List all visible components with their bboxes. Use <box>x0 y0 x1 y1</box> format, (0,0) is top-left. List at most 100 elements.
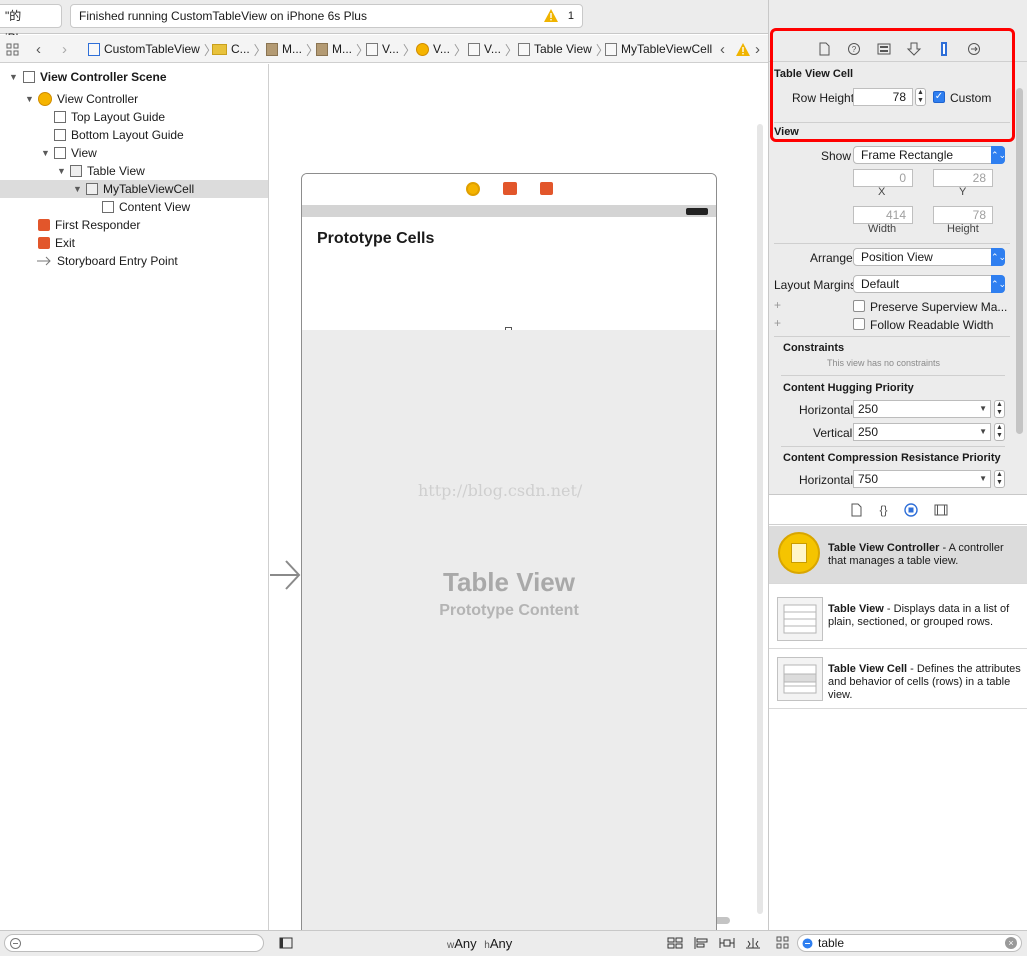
width-field[interactable]: 414 <box>853 206 913 224</box>
crumb-view[interactable]: V... 〉 <box>468 35 518 63</box>
hugging-horizontal-label: Horizontal <box>799 403 854 417</box>
forward-button[interactable]: › <box>62 35 67 63</box>
crumb-scene[interactable]: V... 〉 <box>366 35 416 63</box>
hugging-horizontal-stepper[interactable]: ▲ ▼ <box>994 400 1005 418</box>
popup-arrows-icon: ⌃⌄ <box>991 248 1006 266</box>
follow-readable-width-checkbox[interactable] <box>853 318 865 330</box>
first-responder-cube-icon[interactable] <box>503 182 517 195</box>
crumb-view-controller[interactable]: V... 〉 <box>416 35 467 63</box>
crumb-label: V... <box>484 42 501 56</box>
warning-count: 1 <box>567 10 574 22</box>
warning-icon[interactable] <box>544 9 558 22</box>
resolve-issues-icon[interactable] <box>745 937 761 949</box>
back-button[interactable]: ‹ <box>36 35 41 63</box>
inspector-scrollbar[interactable] <box>1016 88 1023 434</box>
view-controller-scene[interactable]: Prototype Cells Table View Prototype Con… <box>301 173 717 933</box>
library-item-text: Table View Controller - A controller tha… <box>828 542 1022 568</box>
hugging-vertical-combo[interactable]: 250 ▼ <box>853 423 991 441</box>
related-items-icon[interactable] <box>6 35 19 63</box>
issue-warning-icon[interactable] <box>736 35 750 63</box>
arrange-label: Arrange <box>810 251 853 265</box>
add-variation-plus-icon[interactable]: + <box>774 298 781 312</box>
hugging-horizontal-combo[interactable]: 250 ▼ <box>853 400 991 418</box>
outline-item-bottom-layout-guide[interactable]: Bottom Layout Guide <box>0 126 268 144</box>
entry-point-arrow-icon[interactable] <box>270 558 302 592</box>
outline-item-view[interactable]: ▼ View <box>0 144 268 162</box>
library-filter-field[interactable]: table × <box>797 934 1022 952</box>
align-icon[interactable] <box>693 937 709 949</box>
table-view-placeholder[interactable]: Table View Prototype Content <box>302 330 716 932</box>
outline-item-table-view[interactable]: ▼ Table View <box>0 162 268 180</box>
arrange-popup[interactable]: Position View ⌃⌄ <box>853 248 1006 266</box>
hugging-vertical-stepper[interactable]: ▲ ▼ <box>994 423 1005 441</box>
jump-bar: ‹ › CustomTableView 〉 C... 〉 M... 〉 M... 〉 V… <box>0 35 768 63</box>
crumb-storyboard[interactable]: M... 〉 <box>266 35 319 63</box>
disclosure-triangle-icon[interactable]: ▼ <box>41 148 50 158</box>
crumb-label: M... <box>282 42 302 56</box>
show-popup[interactable]: Frame Rectangle ⌃⌄ <box>853 146 1006 164</box>
outline-item-view-controller[interactable]: ▼ View Controller <box>0 90 268 108</box>
prototype-cells-header: Prototype Cells <box>317 230 435 247</box>
crumb-cell[interactable]: MyTableViewCell <box>605 35 712 63</box>
crumb-project[interactable]: CustomTableView 〉 <box>88 35 217 63</box>
arrange-value: Position View <box>861 250 933 264</box>
outline-item-exit[interactable]: Exit <box>0 234 268 252</box>
crumb-folder[interactable]: C... 〉 <box>212 35 267 63</box>
exit-icon[interactable] <box>540 182 553 195</box>
view-controller-icon[interactable] <box>466 182 480 196</box>
media-library-icon[interactable] <box>934 503 948 517</box>
show-label: Show <box>821 149 852 163</box>
vertical-scrollbar[interactable] <box>757 124 763 914</box>
y-field[interactable]: 28 <box>933 169 993 187</box>
size-class-control[interactable]: wAny hAny <box>447 936 512 951</box>
disclosure-triangle-icon[interactable]: ▼ <box>25 94 34 104</box>
exit-icon <box>38 237 50 249</box>
outline-item-storyboard-entry-point[interactable]: Storyboard Entry Point <box>0 252 268 270</box>
clear-search-icon[interactable]: × <box>1005 937 1017 949</box>
crumb-label: C... <box>231 42 250 56</box>
disclosure-triangle-icon[interactable]: ▼ <box>73 184 82 194</box>
compression-horizontal-combo[interactable]: 750 ▼ <box>853 470 991 488</box>
table-view-subtitle: Prototype Content <box>439 602 579 619</box>
watermark: http://blog.csdn.net/ <box>418 481 583 500</box>
disclosure-triangle-icon[interactable]: ▼ <box>9 72 18 82</box>
height-field[interactable]: 78 <box>933 206 993 224</box>
highlight-annotation <box>770 28 1015 142</box>
object-library-icon[interactable] <box>903 502 918 517</box>
crumb-table-view[interactable]: Table View 〉 <box>518 35 609 63</box>
outline-item-first-responder[interactable]: First Responder <box>0 216 268 234</box>
library-item-table-view[interactable]: Table View - Displays data in a list of … <box>769 591 1027 649</box>
library-grid-view-icon[interactable] <box>776 936 789 949</box>
preserve-superview-margins-checkbox[interactable] <box>853 300 865 312</box>
stack-icon[interactable] <box>667 937 683 949</box>
layout-margins-popup[interactable]: Default ⌃⌄ <box>853 275 1006 293</box>
library-item-table-view-controller[interactable]: Table View Controller - A controller tha… <box>769 526 1027 584</box>
outline-item-top-layout-guide[interactable]: Top Layout Guide <box>0 108 268 126</box>
next-issue-button[interactable]: › <box>755 35 760 63</box>
hide-outline-icon[interactable] <box>279 937 293 949</box>
crumb-label: M... <box>332 42 352 56</box>
crumb-storyboard-base[interactable]: M... 〉 <box>316 35 369 63</box>
pin-icon[interactable] <box>719 937 735 949</box>
library-item-text: Table View Cell - Defines the attributes… <box>828 663 1022 702</box>
filter-icon <box>802 938 813 949</box>
outline-item-content-view[interactable]: Content View <box>0 198 268 216</box>
table-view-cell-icon <box>777 657 823 701</box>
x-field[interactable]: 0 <box>853 169 913 187</box>
outline-item-scene[interactable]: ▼ View Controller Scene <box>0 68 268 86</box>
library-item-table-view-cell[interactable]: Table View Cell - Defines the attributes… <box>769 651 1027 709</box>
hugging-vertical-label: Vertical <box>813 426 853 440</box>
inspector-top-strip <box>768 0 1027 28</box>
compression-horizontal-stepper[interactable]: ▲ ▼ <box>994 470 1005 488</box>
outline-label: View <box>71 146 97 160</box>
outline-item-my-table-view-cell[interactable]: ▼ MyTableViewCell <box>0 180 268 198</box>
previous-issue-button[interactable]: ‹ <box>720 35 725 63</box>
compression-resistance-title: Content Compression Resistance Priority <box>783 452 1001 464</box>
scheme-device-selector[interactable]: "的 iPhone <box>0 4 62 45</box>
code-snippet-icon[interactable]: {} <box>879 503 887 517</box>
view-icon <box>54 147 66 159</box>
disclosure-triangle-icon[interactable]: ▼ <box>57 166 66 176</box>
file-template-icon[interactable] <box>849 503 863 517</box>
add-variation-plus-icon[interactable]: + <box>774 316 781 330</box>
outline-filter-field[interactable] <box>4 934 264 952</box>
